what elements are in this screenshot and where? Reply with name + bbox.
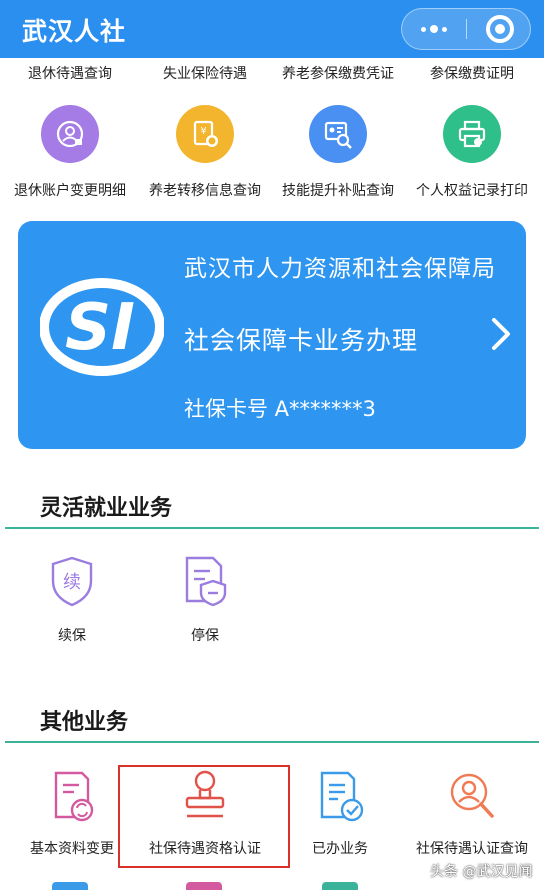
grid-item-rights-record-print[interactable]: 个人权益记录打印 — [416, 180, 528, 200]
service-stop-insurance[interactable]: 停保 — [191, 625, 219, 645]
app-title: 武汉人社 — [22, 17, 127, 46]
grid-item-skill-subsidy-query[interactable]: 技能提升补贴查询 — [282, 180, 394, 200]
top-nav-bar: 武汉人社 — [0, 0, 544, 58]
section-divider — [5, 741, 539, 743]
service-certification-query[interactable]: 社保待遇认证查询 — [416, 838, 528, 858]
printer-icon[interactable] — [443, 105, 501, 163]
yuan-document-icon[interactable]: ¥ — [176, 105, 234, 163]
chevron-right-icon[interactable] — [488, 316, 514, 352]
close-mini-program-icon[interactable] — [486, 15, 514, 43]
issuer-name: 武汉市人力资源和社会保障局 — [184, 256, 496, 282]
grid-item-pension-transfer-query[interactable]: 养老转移信息查询 — [149, 180, 261, 200]
section-title-other-services: 其他业务 — [40, 710, 129, 735]
id-search-icon[interactable] — [309, 105, 367, 163]
grid-item-unemployment-benefit[interactable]: 失业保险待遇 — [163, 63, 247, 83]
person-search-icon[interactable] — [444, 768, 500, 824]
capsule-divider — [466, 19, 467, 39]
grid-item-pension-payment-voucher[interactable]: 养老参保缴费凭证 — [282, 63, 394, 83]
service-basic-info-change[interactable]: 基本资料变更 — [30, 838, 114, 858]
grid-item-retirement-account-change[interactable]: 退休账户变更明细 — [14, 180, 126, 200]
section-title-flexible-employment: 灵活就业业务 — [40, 496, 173, 521]
card-number: 社保卡号 A*******3 — [184, 397, 376, 421]
grid-item-payment-certificate[interactable]: 参保缴费证明 — [430, 63, 514, 83]
card-service-title: 社会保障卡业务办理 — [184, 326, 419, 355]
service-continue-insurance[interactable]: 续保 — [58, 625, 86, 645]
mini-program-capsule — [401, 8, 531, 50]
document-check-icon[interactable] — [312, 768, 368, 824]
section-divider — [5, 527, 539, 529]
grid-item-retirement-benefit-query[interactable]: 退休待遇查询 — [28, 63, 112, 83]
si-logo: SI — [40, 278, 164, 376]
service-completed-business[interactable]: 已办业务 — [312, 838, 368, 858]
svg-text:SI: SI — [65, 291, 135, 365]
highlight-box — [118, 765, 290, 868]
social-security-card-banner[interactable]: SI 武汉市人力资源和社会保障局 社会保障卡业务办理 社保卡号 A*******… — [18, 221, 526, 449]
watermark: 头条 @武汉见闻 — [430, 864, 533, 880]
more-menu-icon[interactable] — [402, 9, 466, 49]
svg-text:续: 续 — [63, 572, 81, 593]
document-shield-icon[interactable] — [177, 553, 233, 609]
shield-continue-icon[interactable]: 续 — [44, 553, 100, 609]
svg-text:¥: ¥ — [200, 126, 206, 137]
next-row-icons-partial — [0, 880, 544, 890]
user-card-icon[interactable] — [41, 105, 99, 163]
document-refresh-icon[interactable] — [44, 768, 100, 824]
